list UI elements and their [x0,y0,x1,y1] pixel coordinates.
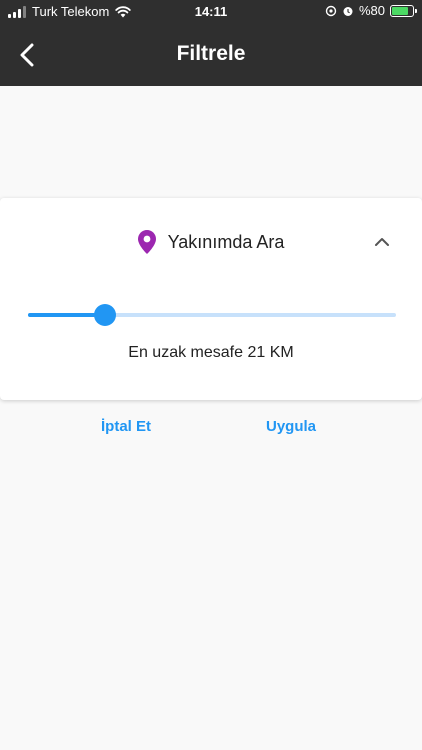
location-pin-icon [137,230,156,254]
alarm-icon [343,6,353,16]
status-right: %80 [325,3,417,18]
battery-percent: %80 [358,3,385,18]
page-title: Filtrele [176,42,246,65]
card-title: Yakınımda Ara [167,231,285,252]
cancel-button[interactable]: İptal Et [101,418,151,435]
apply-button[interactable]: Uygula [266,418,316,435]
slider-thumb[interactable] [94,304,117,326]
nearby-search-card: Yakınımda Ara [0,198,422,400]
location-lock-icon [325,5,337,16]
nearby-search-header[interactable]: Yakınımda Ara [0,226,422,258]
chevron-up-icon[interactable] [374,234,390,250]
battery-charging-icon [390,4,417,17]
distance-slider[interactable] [28,304,396,326]
max-distance-label: En uzak mesafe 21 KM [128,344,294,361]
status-bar: Turk Telekom 14:11 %80 [0,0,422,22]
top-bar: Turk Telekom 14:11 %80 Filtrele [0,0,422,86]
